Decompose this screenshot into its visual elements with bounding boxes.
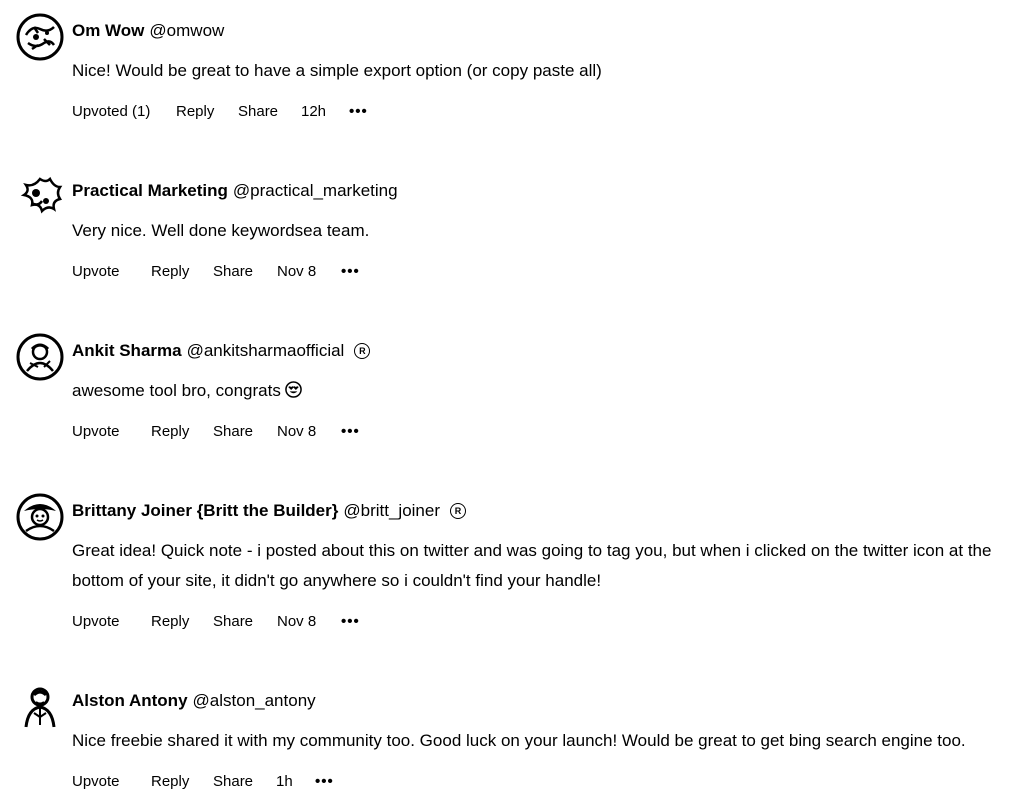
timestamp-link[interactable]: Nov 8	[277, 421, 316, 443]
user-name[interactable]: Practical Marketing	[72, 181, 228, 200]
comment-text: Nice freebie shared it with my community…	[72, 731, 966, 750]
reply-button[interactable]: Reply	[176, 101, 214, 123]
user-avatar[interactable]	[16, 683, 64, 731]
timestamp-link[interactable]: 12h	[301, 101, 326, 123]
person-avatar-icon	[16, 493, 64, 541]
upvote-button[interactable]: Upvote	[72, 261, 120, 283]
comment-header: Om Wow @omwow	[72, 19, 224, 43]
splash-avatar-icon	[20, 176, 63, 214]
reply-button[interactable]: Reply	[151, 261, 189, 283]
more-options-button[interactable]: •••	[315, 771, 334, 793]
more-options-button[interactable]: •••	[341, 611, 360, 633]
user-handle[interactable]: @alston_antony	[193, 691, 316, 710]
user-handle[interactable]: @practical_marketing	[233, 181, 398, 200]
maker-badge-icon: R	[354, 342, 371, 359]
user-avatar[interactable]	[16, 493, 64, 541]
comment-text-content: awesome tool bro, congrats	[72, 381, 281, 400]
share-button[interactable]: Share	[213, 771, 253, 793]
user-name[interactable]: Alston Antony	[72, 691, 188, 710]
heart-eyes-emoji-icon	[285, 381, 302, 398]
upvote-button[interactable]: Upvote	[72, 421, 120, 443]
comment-text: Very nice. Well done keywordsea team.	[72, 221, 370, 240]
timestamp-link[interactable]: Nov 8	[277, 611, 316, 633]
comment-text: Nice! Would be great to have a simple ex…	[72, 61, 602, 80]
share-button[interactable]: Share	[238, 101, 278, 123]
comment-header: Alston Antony @alston_antony	[72, 689, 316, 713]
user-handle[interactable]: @omwow	[149, 21, 224, 40]
comment-header: Ankit Sharma @ankitsharmaofficial R	[72, 339, 371, 363]
share-button[interactable]: Share	[213, 261, 253, 283]
reply-button[interactable]: Reply	[151, 611, 189, 633]
comment-text: awesome tool bro, congrats	[72, 376, 1007, 406]
user-avatar[interactable]	[16, 13, 64, 61]
more-options-button[interactable]: •••	[349, 101, 368, 123]
user-name[interactable]: Brittany Joiner {Britt the Builder}	[72, 501, 338, 520]
share-button[interactable]: Share	[213, 611, 253, 633]
user-handle[interactable]: @ankitsharmaofficial	[187, 341, 345, 360]
user-avatar[interactable]	[16, 173, 64, 221]
timestamp-link[interactable]: Nov 8	[277, 261, 316, 283]
reply-button[interactable]: Reply	[151, 771, 189, 793]
maker-badge-icon: R	[450, 502, 467, 519]
share-button[interactable]: Share	[213, 421, 253, 443]
comment-header: Brittany Joiner {Britt the Builder} @brit…	[72, 499, 467, 523]
user-name[interactable]: Om Wow	[72, 21, 144, 40]
timestamp-link[interactable]: 1h	[276, 771, 293, 793]
person-avatar-icon	[24, 687, 56, 728]
reply-button[interactable]: Reply	[151, 421, 189, 443]
upvote-button[interactable]: Upvote	[72, 611, 120, 633]
upvote-button[interactable]: Upvote	[72, 771, 120, 793]
user-handle[interactable]: @britt_joiner	[343, 501, 440, 520]
comment-text: Great idea! Quick note - i posted about …	[72, 541, 992, 590]
person-avatar-icon	[16, 333, 64, 381]
more-options-button[interactable]: •••	[341, 421, 360, 443]
doodle-avatar-icon	[16, 13, 64, 61]
more-options-button[interactable]: •••	[341, 261, 360, 283]
user-avatar[interactable]	[16, 333, 64, 381]
upvote-button[interactable]: Upvoted (1)	[72, 101, 150, 123]
comment-header: Practical Marketing @practical_marketing	[72, 179, 398, 203]
user-name[interactable]: Ankit Sharma	[72, 341, 182, 360]
